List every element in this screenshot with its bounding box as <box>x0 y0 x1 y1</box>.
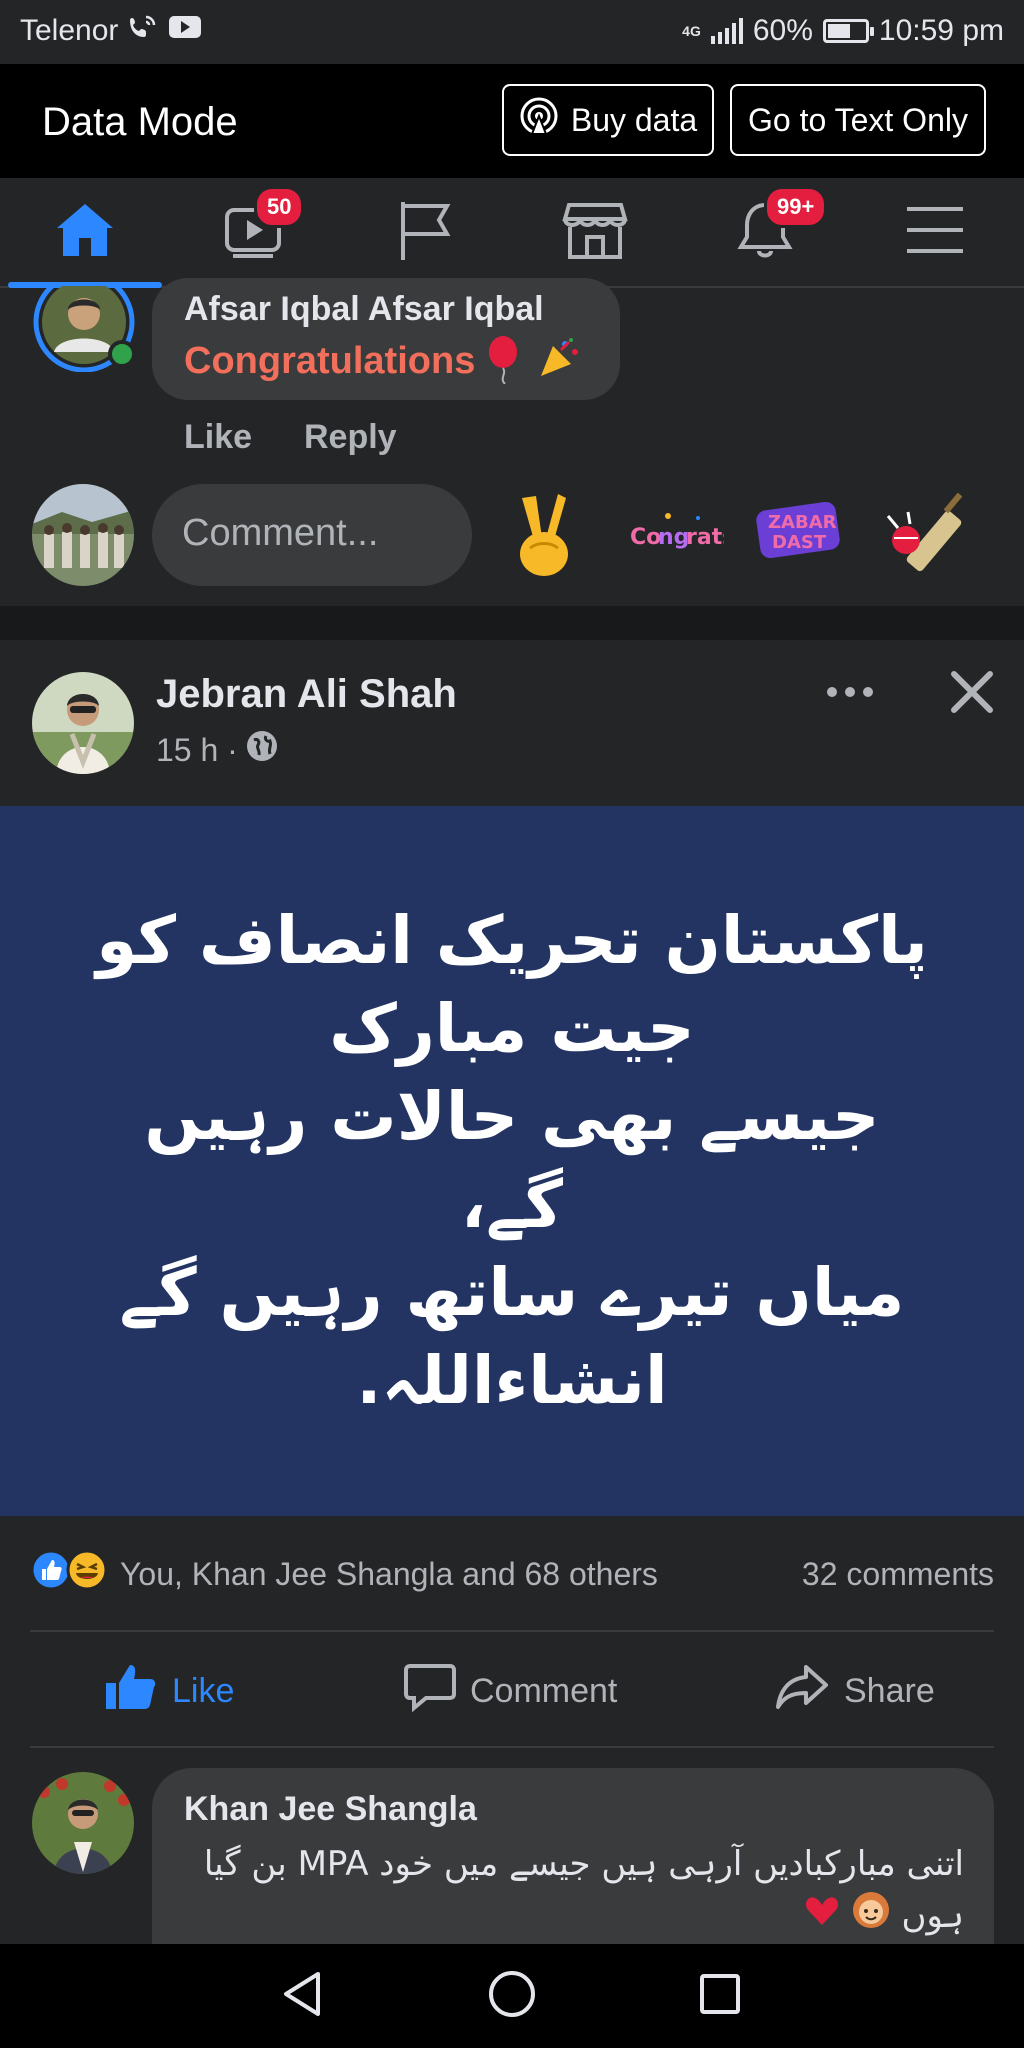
battery-percent: 60% <box>752 14 813 47</box>
divider <box>30 1630 994 1632</box>
flag-icon <box>395 198 455 267</box>
buy-data-button[interactable]: Buy data <box>502 84 714 156</box>
post-text-banner: پاکستان تحریک انصاف کو جیت مبارک جیسے بھ… <box>0 806 1024 1516</box>
recents-square-icon <box>698 1972 742 2021</box>
tab-pages[interactable] <box>340 178 510 286</box>
status-bar: Telenor 4G 60% 10:59 pm <box>0 0 1024 64</box>
recents-button[interactable] <box>690 1966 750 2026</box>
reply-comment-link[interactable]: Reply <box>304 418 397 457</box>
post-body-text: پاکستان تحریک انصاف کو جیت مبارک جیسے بھ… <box>96 902 928 1419</box>
network-type: 4G <box>682 23 701 39</box>
svg-text:ng: ng <box>658 525 689 550</box>
share-button[interactable]: Share <box>774 1636 935 1746</box>
heart-icon <box>804 1892 840 1944</box>
commenter-avatar[interactable] <box>32 271 136 373</box>
tab-marketplace[interactable] <box>510 178 680 286</box>
android-nav-bar <box>0 1944 1024 2048</box>
commenter-avatar[interactable] <box>32 1772 134 1874</box>
text-only-label: Go to Text Only <box>748 101 968 138</box>
data-mode-title: Data Mode <box>42 100 238 144</box>
more-dots-icon <box>826 687 874 706</box>
back-button[interactable] <box>272 1966 332 2026</box>
comment-text: Congratulations <box>184 340 476 382</box>
home-icon <box>53 200 117 265</box>
divider <box>30 1746 994 1748</box>
hide-post-button[interactable] <box>950 670 994 719</box>
balloon-icon <box>485 334 525 389</box>
youtube-notification-icon <box>168 14 202 48</box>
svg-text:DAST: DAST <box>772 532 827 553</box>
signal-icon <box>710 18 743 44</box>
wifi-call-icon <box>128 14 158 48</box>
congrats-sticker[interactable]: Congrats! <box>628 506 745 567</box>
comment-label: Comment <box>470 1671 618 1710</box>
share-label: Share <box>844 1671 935 1710</box>
comment-button[interactable]: Comment <box>404 1636 617 1746</box>
battery-icon <box>822 19 874 43</box>
comment-author[interactable]: Khan Jee Shangla <box>184 1790 477 1829</box>
party-popper-icon <box>535 336 581 387</box>
feed-separator <box>0 606 1024 640</box>
post-author-avatar[interactable] <box>32 672 134 774</box>
comment-text: اتنی مبارکبادیں آرہی ہیں جیسے میں خود MP… <box>184 1838 964 1945</box>
thumbs-up-icon <box>104 1663 158 1720</box>
like-button[interactable]: Like <box>104 1636 234 1746</box>
comment-input[interactable]: Comment... <box>152 484 472 586</box>
tab-home[interactable] <box>0 178 170 288</box>
svg-text:Co: Co <box>630 525 661 550</box>
post-action-bar: Like Comment Share <box>0 1636 1024 1746</box>
broadcast-icon <box>519 96 559 144</box>
shop-icon <box>561 199 629 266</box>
comment-bubble-icon <box>404 1662 456 1721</box>
data-mode-bar: Data Mode Buy data Go to Text Only <box>0 64 1024 178</box>
cricket-sticker[interactable] <box>880 488 976 589</box>
share-arrow-icon <box>774 1663 830 1720</box>
reaction-summary[interactable]: You, Khan Jee Shangla and 68 others 32 c… <box>30 1546 994 1602</box>
home-circle-icon <box>487 1969 537 2024</box>
comment-body: Congratulations <box>184 334 581 389</box>
comments-count[interactable]: 32 comments <box>802 1556 994 1593</box>
post-time[interactable]: 15 h · <box>156 732 238 769</box>
svg-text:rats!: rats! <box>686 525 724 550</box>
my-avatar[interactable] <box>32 484 134 586</box>
tab-watch[interactable]: 50 <box>170 178 340 286</box>
back-triangle-icon <box>280 1970 324 2023</box>
carrier-name: Telenor <box>20 14 119 47</box>
tab-notifications[interactable]: 99+ <box>680 178 850 286</box>
video-badge: 50 <box>254 186 305 228</box>
close-icon <box>950 671 994 718</box>
globe-icon <box>246 730 278 770</box>
like-comment-link[interactable]: Like <box>184 418 252 457</box>
haha-reaction-icon <box>66 1549 108 1599</box>
comment-author[interactable]: Afsar Iqbal Afsar Iqbal <box>184 290 544 329</box>
main-nav: 50 99+ <box>0 178 1024 288</box>
zabardast-sticker[interactable]: ZABAR DAST <box>754 498 846 567</box>
clock: 10:59 pm <box>878 14 1004 47</box>
like-label: Like <box>172 1671 235 1710</box>
menu-icon <box>905 205 965 260</box>
home-button[interactable] <box>482 1966 542 2026</box>
victory-hand-icon[interactable] <box>508 490 578 585</box>
buy-data-label: Buy data <box>570 101 698 138</box>
tab-menu[interactable] <box>850 178 1020 286</box>
notifications-badge: 99+ <box>764 186 828 228</box>
post-meta: 15 h · <box>156 730 278 770</box>
reactors-text: You, Khan Jee Shangla and 68 others <box>120 1555 658 1592</box>
post-author-name[interactable]: Jebran Ali Shah <box>156 672 457 717</box>
text-only-button[interactable]: Go to Text Only <box>730 84 986 156</box>
more-options-button[interactable] <box>826 682 874 707</box>
svg-text:ZABAR: ZABAR <box>768 512 837 533</box>
person-emoji-icon <box>851 1890 891 1945</box>
